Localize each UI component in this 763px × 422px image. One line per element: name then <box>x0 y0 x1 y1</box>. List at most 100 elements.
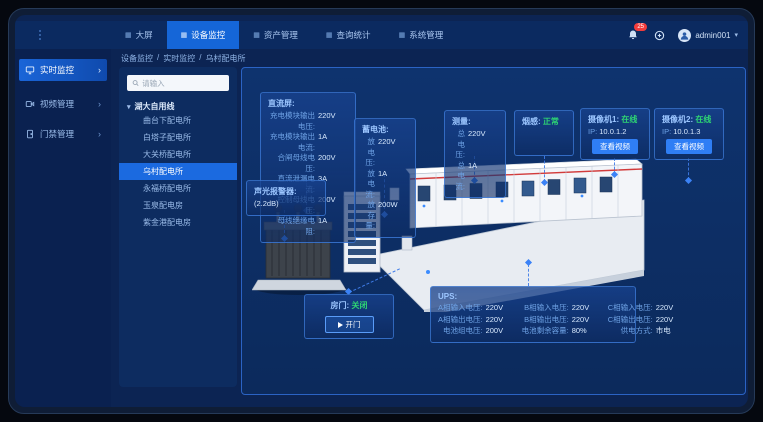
breadcrumb-part[interactable]: 设备监控 <box>121 53 153 64</box>
tree-item[interactable]: 白塔子配电所 <box>119 129 237 146</box>
panel-title: 房门: 关闭 <box>312 300 386 311</box>
metric-label: 充电模块输出电压: <box>268 111 315 132</box>
panel-title: 测量: <box>452 116 498 127</box>
metric-label: C相输出电压: <box>608 315 653 326</box>
panel-title: 直流屏: <box>268 98 348 109</box>
tree-item[interactable]: 曲台下配电所 <box>119 112 237 129</box>
gear-icon: ▦ <box>399 31 406 39</box>
metric-label: B相输入电压: <box>522 303 569 314</box>
metric-label: 电池剩余容量: <box>522 326 569 337</box>
metric-label: 充电模块输出电流: <box>268 132 315 153</box>
metric-value: 220V <box>656 315 682 326</box>
asset-icon: ▦ <box>253 31 260 39</box>
open-door-button[interactable]: 开门 <box>325 316 374 333</box>
monitor-icon: ▦ <box>181 31 188 39</box>
door-icon <box>25 129 35 139</box>
metric-value: 1A <box>318 216 348 237</box>
sidebar-item-label: 门禁管理 <box>40 128 93 140</box>
chevron-right-icon: › <box>98 65 101 75</box>
metric-value: 220V <box>572 315 598 326</box>
camera1-status: 在线 <box>621 115 637 124</box>
metric-label: 放存量: <box>362 200 375 232</box>
nav-tab-device-monitor[interactable]: ▦ 设备监控 <box>167 21 240 49</box>
tree-item[interactable]: 大关桥配电所 <box>119 146 237 163</box>
alarm-value: (2.2dB) <box>254 199 279 210</box>
sidebar-item-realtime-monitor[interactable]: 实时监控 › <box>19 59 107 81</box>
metric-value: 1A <box>318 132 348 153</box>
tree-root-node[interactable]: ▾ 湖大自用线 <box>127 101 229 112</box>
stats-icon: ▦ <box>326 31 333 39</box>
ups-panel: UPS: A相输入电压:220V B相输入电压:220V C相输入电压:220V… <box>430 286 636 343</box>
metric-label: 总电流: <box>452 161 465 193</box>
metric-label: 供电方式: <box>608 326 653 337</box>
tree-search[interactable] <box>127 75 229 91</box>
smoke-sensor-panel: 烟感: 正常 <box>514 110 574 156</box>
breadcrumb-separator: / <box>199 53 201 64</box>
panel-title: 烟感: 正常 <box>522 116 566 127</box>
screen-icon: ▦ <box>125 31 132 39</box>
search-input[interactable] <box>142 79 224 88</box>
panel-title: 蓄电池: <box>362 124 408 135</box>
chevron-down-icon: ▾ <box>734 31 738 39</box>
metric-value: 220V <box>572 303 598 314</box>
sidebar-item-video-mgmt[interactable]: 视频管理 › <box>19 93 107 115</box>
metric-value: 220V <box>486 315 512 326</box>
breadcrumb-part[interactable]: 实时监控 <box>163 53 195 64</box>
metric-label: 合闸母线电压: <box>268 153 315 174</box>
chevron-right-icon: › <box>98 129 101 139</box>
view-video-button[interactable]: 查看视频 <box>666 139 712 154</box>
navbar-right: 25 admin001 ▾ <box>626 21 738 49</box>
camera2-ip: IP: 10.0.1.3 <box>662 127 716 136</box>
user-menu[interactable]: admin001 ▾ <box>678 29 738 42</box>
notification-bell-icon[interactable]: 25 <box>626 28 640 42</box>
metric-value: 1A <box>468 161 498 193</box>
screen: ▦ 大屏 ▦ 设备监控 ▦ 资产管理 ▦ 查询统计 ▦ 系统管理 <box>0 0 763 422</box>
metric-label: A相输入电压: <box>438 303 483 314</box>
app-window: ▦ 大屏 ▦ 设备监控 ▦ 资产管理 ▦ 查询统计 ▦ 系统管理 <box>8 8 755 414</box>
search-icon <box>132 79 139 87</box>
ups-metrics: A相输入电压:220V B相输入电压:220V C相输入电压:220V A相输出… <box>438 303 628 337</box>
nav-tab-label: 系统管理 <box>409 29 443 41</box>
metric-value: 市电 <box>656 326 682 337</box>
metric-value: 200V <box>318 153 348 174</box>
nav-tab-label: 大屏 <box>136 29 153 41</box>
connector-node <box>684 177 691 184</box>
username: admin001 <box>695 31 730 40</box>
metric-label: 母线绝缘电阻: <box>268 216 315 237</box>
panel-title: 摄像机2: 在线 <box>662 114 716 125</box>
chevron-right-icon: › <box>98 99 101 109</box>
nav-tab-query-stats[interactable]: ▦ 查询统计 <box>312 21 385 49</box>
metric-label: 放电流: <box>362 169 375 201</box>
fullscreen-icon[interactable] <box>652 28 666 42</box>
sidebar-item-label: 实时监控 <box>40 64 93 76</box>
station-tree-panel: ▾ 湖大自用线 曲台下配电所 白塔子配电所 大关桥配电所 乌村配电所 永福桥配电… <box>119 67 237 387</box>
metric-value: 200W <box>378 200 408 232</box>
tree-item[interactable]: 永福桥配电所 <box>119 180 237 197</box>
tree-item-selected[interactable]: 乌村配电所 <box>119 163 237 180</box>
metric-label: 总电压: <box>452 129 465 161</box>
sidebar-item-access-control[interactable]: 门禁管理 › <box>19 123 107 145</box>
send-icon <box>338 322 343 328</box>
avatar <box>678 29 691 42</box>
nav-tab-asset-mgmt[interactable]: ▦ 资产管理 <box>239 21 312 49</box>
view-video-button[interactable]: 查看视频 <box>592 139 638 154</box>
breadcrumb-part: 乌村配电所 <box>205 53 245 64</box>
metric-value: 220V <box>318 111 348 132</box>
metric-label: B相输出电压: <box>522 315 569 326</box>
metric-label: A相输出电压: <box>438 315 483 326</box>
tree-item[interactable]: 紫金港配电房 <box>119 214 237 231</box>
metric-value: 220V <box>656 303 682 314</box>
sound-alarm-panel: 声光报警器: (2.2dB) <box>246 180 326 216</box>
camera1-panel: 摄像机1: 在线 IP: 10.0.1.2 查看视频 <box>580 108 650 160</box>
camera2-panel: 摄像机2: 在线 IP: 10.0.1.3 查看视频 <box>654 108 724 160</box>
panel-title: 摄像机1: 在线 <box>588 114 642 125</box>
tree-item[interactable]: 玉泉配电房 <box>119 197 237 214</box>
nav-tab-dashboard[interactable]: ▦ 大屏 <box>111 21 167 49</box>
panel-title: UPS: <box>438 292 628 301</box>
door-status: 关闭 <box>351 301 367 310</box>
metric-label: 电池组电压: <box>438 326 483 337</box>
nav-tab-system-mgmt[interactable]: ▦ 系统管理 <box>385 21 458 49</box>
metric-value: 80% <box>572 326 598 337</box>
top-navbar: ▦ 大屏 ▦ 设备监控 ▦ 资产管理 ▦ 查询统计 ▦ 系统管理 <box>15 21 748 49</box>
monitor-icon <box>25 65 35 75</box>
